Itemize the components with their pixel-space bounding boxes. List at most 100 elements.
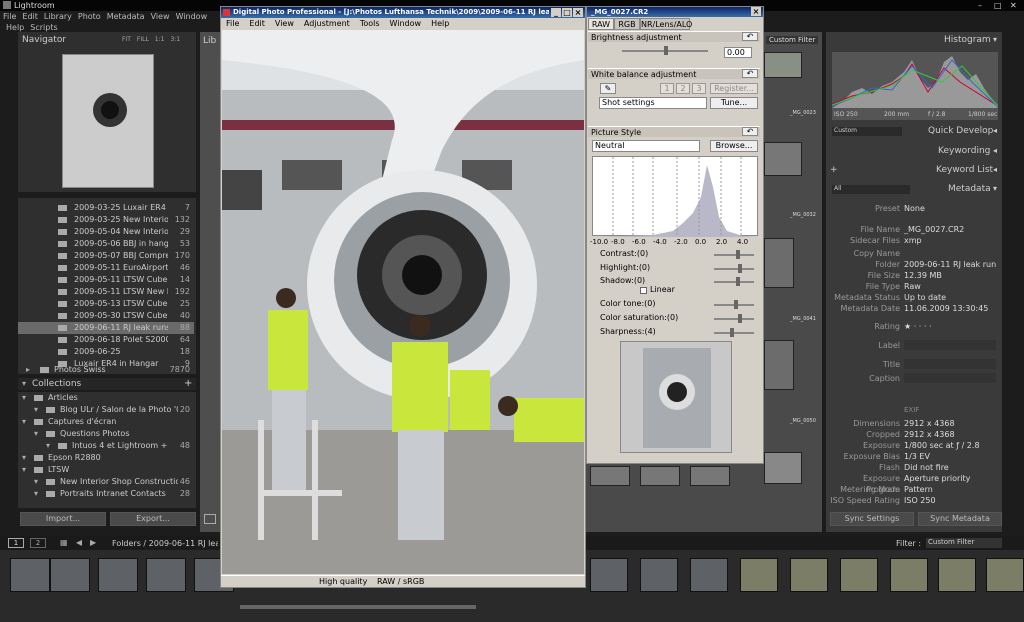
wb-preset-2[interactable]: 2 bbox=[676, 83, 690, 94]
slider-thumb-highlight[interactable] bbox=[738, 264, 742, 273]
dpp-menu-item-file[interactable]: File bbox=[226, 19, 239, 29]
slider-contrast[interactable] bbox=[714, 254, 754, 256]
folder-row-photos-swiss[interactable]: ▸ Photos Swiss 7870 bbox=[18, 364, 194, 376]
folder-row[interactable]: 2009-05-11 LTSW Cube By ... 14 bbox=[18, 274, 194, 286]
forward-arrow-icon[interactable]: ▶ bbox=[90, 538, 96, 547]
library-tab[interactable]: Lib bbox=[203, 36, 216, 46]
filmstrip-thumbnail[interactable] bbox=[840, 558, 878, 592]
picture-style-select[interactable]: Neutral bbox=[592, 140, 700, 152]
triangle-down-icon[interactable]: ▾ bbox=[22, 464, 26, 476]
grid-thumbnail[interactable] bbox=[764, 340, 794, 390]
page-2-button[interactable]: 2 bbox=[30, 538, 46, 548]
reset-icon[interactable]: ↶ bbox=[742, 69, 758, 78]
custom-filter-select[interactable]: Custom Filter bbox=[766, 36, 819, 44]
dpp-maximize-icon[interactable]: □ bbox=[562, 8, 572, 17]
import-button[interactable]: Import... bbox=[20, 512, 106, 526]
white-balance-select[interactable]: Shot settings bbox=[599, 97, 707, 109]
dpp-menu-item-edit[interactable]: Edit bbox=[249, 19, 265, 29]
filmstrip-thumbnail[interactable] bbox=[146, 558, 186, 592]
sync-settings-button[interactable]: Sync Settings bbox=[830, 512, 914, 526]
menu-item-window[interactable]: Window bbox=[176, 11, 208, 22]
menu-item-file[interactable]: File bbox=[3, 11, 16, 22]
grid-thumbnail[interactable] bbox=[764, 52, 802, 78]
sync-metadata-button[interactable]: Sync Metadata bbox=[918, 512, 1002, 526]
slider-thumb-color-saturation[interactable] bbox=[738, 314, 742, 323]
wb-preset-1[interactable]: 1 bbox=[660, 83, 674, 94]
tab-nr-lens-alo[interactable]: NR/Lens/ALO bbox=[640, 18, 692, 30]
collection-row[interactable]: ▾ LTSW bbox=[18, 464, 194, 476]
linear-checkbox[interactable] bbox=[640, 287, 647, 294]
add-keyword-icon[interactable]: + bbox=[830, 165, 838, 175]
register-button[interactable]: Register... bbox=[710, 83, 758, 94]
tone-curve-histogram[interactable] bbox=[592, 156, 759, 237]
filmstrip-thumbnail[interactable] bbox=[640, 558, 678, 592]
metadata-set-select[interactable]: All bbox=[832, 185, 910, 194]
close-icon[interactable]: ✕ bbox=[1010, 0, 1017, 11]
folder-row[interactable]: 2009-06-11 RJ leak runs 88 bbox=[18, 322, 194, 334]
filmstrip-thumbnail[interactable] bbox=[986, 558, 1024, 592]
brightness-value-input[interactable]: 0.00 bbox=[724, 47, 752, 58]
collection-row[interactable]: ▾ Questions Photos bbox=[18, 428, 194, 440]
slider-sharpness[interactable] bbox=[714, 332, 754, 334]
grid-thumbnail[interactable] bbox=[764, 452, 802, 484]
triangle-down-icon[interactable]: ▾ bbox=[34, 476, 38, 488]
collection-row[interactable]: ▾ Portraits Intranet Contacts 28 bbox=[18, 488, 194, 500]
collection-row[interactable]: ▾ New Interior Shop Construction 46 bbox=[18, 476, 194, 488]
slider-thumb-contrast[interactable] bbox=[736, 250, 740, 259]
slider-thumb-sharpness[interactable] bbox=[730, 328, 734, 337]
quick-develop-title[interactable]: Quick Develop bbox=[928, 126, 993, 136]
keywording-title[interactable]: Keywording bbox=[938, 146, 990, 156]
menu-item-photo[interactable]: Photo bbox=[78, 11, 101, 22]
brightness-slider-thumb[interactable] bbox=[664, 46, 668, 55]
slider-thumb-color-tone[interactable] bbox=[734, 300, 738, 309]
add-collection-icon[interactable]: + bbox=[184, 378, 192, 389]
metadata-value[interactable] bbox=[904, 359, 996, 369]
folder-row[interactable]: 2009-05-07 BBJ Compress... 170 bbox=[18, 250, 194, 262]
histogram-graph[interactable]: ISO 250 200 mm f / 2.8 1/800 sec bbox=[832, 52, 998, 120]
navigator-preview[interactable] bbox=[62, 54, 154, 188]
grid-icon[interactable]: ▦ bbox=[60, 538, 68, 547]
tab-raw[interactable]: RAW bbox=[588, 18, 614, 30]
wb-preset-3[interactable]: 3 bbox=[692, 83, 706, 94]
triangle-down-icon[interactable]: ▾ bbox=[34, 488, 38, 500]
menu-item-view[interactable]: View bbox=[151, 11, 170, 22]
folder-row[interactable]: 2009-06-18 Polet S2000 De... 64 bbox=[18, 334, 194, 346]
zoom-fill[interactable]: FILL bbox=[137, 36, 149, 43]
filmstrip-scrollbar[interactable] bbox=[240, 605, 476, 609]
folder-row[interactable]: 2009-05-30 LTSW Cube By ... 40 bbox=[18, 310, 194, 322]
metadata-value[interactable] bbox=[904, 373, 996, 383]
triangle-down-icon[interactable]: ▾ bbox=[22, 379, 26, 388]
metadata-title[interactable]: Metadata bbox=[948, 184, 991, 194]
browse-button[interactable]: Browse... bbox=[710, 140, 758, 152]
grid-thumbnail[interactable] bbox=[640, 466, 680, 486]
grid-thumbnail[interactable] bbox=[690, 466, 730, 486]
dpp-close-icon[interactable]: × bbox=[573, 8, 583, 17]
picture-preview[interactable] bbox=[620, 341, 732, 453]
slider-color-saturation[interactable] bbox=[714, 318, 754, 320]
slider-highlight[interactable] bbox=[714, 268, 754, 270]
collection-row[interactable]: ▾ Captures d'écran bbox=[18, 416, 194, 428]
triangle-right-icon[interactable]: ▸ bbox=[26, 364, 30, 376]
dpp-menu-item-adjustment[interactable]: Adjustment bbox=[304, 19, 350, 29]
filmstrip-thumbnail[interactable] bbox=[590, 558, 628, 592]
dpp-minimize-icon[interactable]: _ bbox=[551, 8, 561, 17]
filmstrip-thumbnail[interactable] bbox=[98, 558, 138, 592]
slider-thumb-shadow[interactable] bbox=[736, 277, 740, 286]
folder-row[interactable]: 2009-05-11 EuroAirport By... 46 bbox=[18, 262, 194, 274]
page-1-button[interactable]: 1 bbox=[8, 538, 24, 548]
back-arrow-icon[interactable]: ◀ bbox=[76, 538, 82, 547]
collection-row[interactable]: ▾ Articles bbox=[18, 392, 194, 404]
triangle-down-icon[interactable]: ▾ bbox=[22, 416, 26, 428]
collection-row[interactable]: ▾ Intuos 4 et Lightroom + 48 bbox=[18, 440, 194, 452]
triangle-down-icon[interactable]: ▾ bbox=[22, 452, 26, 464]
filmstrip-thumbnail[interactable] bbox=[938, 558, 976, 592]
minimize-icon[interactable]: – bbox=[978, 0, 982, 11]
dpp-menu-item-tools[interactable]: Tools bbox=[360, 19, 380, 29]
menu-item-metadata[interactable]: Metadata bbox=[107, 11, 145, 22]
folder-row[interactable]: 2009-06-25 18 bbox=[18, 346, 194, 358]
menu-item-edit[interactable]: Edit bbox=[22, 11, 38, 22]
collection-row[interactable]: ▾ Blog ULr / Salon de la Photo '08 20 bbox=[18, 404, 194, 416]
collection-row[interactable]: ▾ Epson R2880 bbox=[18, 452, 194, 464]
triangle-left-icon[interactable]: ◂ bbox=[993, 146, 997, 155]
triangle-down-icon[interactable]: ▾ bbox=[34, 428, 38, 440]
